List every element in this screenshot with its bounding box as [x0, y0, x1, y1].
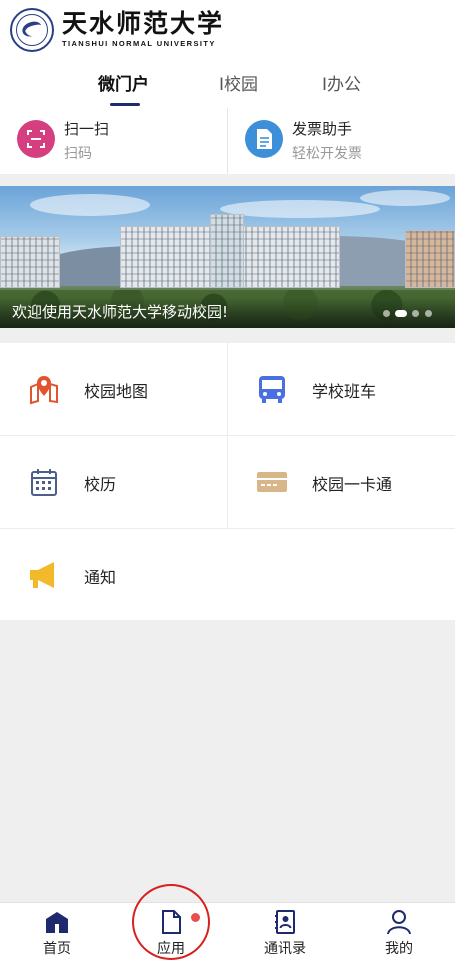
- active-tab-indicator: [110, 103, 140, 106]
- portal-tabs: 微门户 I校园 I办公: [0, 62, 455, 108]
- app-notifications[interactable]: 通知: [0, 529, 227, 621]
- tab-campus[interactable]: I校园: [219, 70, 258, 95]
- university-name-english: TIANSHUI NORMAL UNIVERSITY: [62, 39, 216, 48]
- carousel-indicator: [383, 310, 443, 318]
- app-school-bus[interactable]: 学校班车: [228, 343, 455, 435]
- university-seal-logo: [10, 8, 54, 52]
- app-label: 校园地图: [84, 382, 149, 401]
- highlight-circle-annotation: [132, 884, 210, 960]
- calendar-icon: [28, 466, 60, 498]
- bottom-navigation: 首页 应用 通讯录 我的: [0, 902, 455, 960]
- university-name: 天水师范大学: [62, 9, 225, 38]
- nav-profile[interactable]: 我的: [342, 903, 455, 960]
- invoice-title: 发票助手: [292, 120, 353, 138]
- card-icon: [256, 466, 288, 498]
- invoice-icon: [245, 120, 283, 158]
- campus-banner[interactable]: 欢迎使用天水师范大学移动校园!: [0, 186, 455, 328]
- megaphone-icon: [28, 559, 60, 591]
- app-label: 学校班车: [312, 382, 377, 401]
- app-campus-card[interactable]: 校园一卡通: [228, 436, 455, 528]
- carousel-dot-active[interactable]: [395, 310, 407, 317]
- quick-actions: 扫一扫 扫码 发票助手 轻松开发票: [0, 108, 455, 174]
- scan-icon: [17, 120, 55, 158]
- map-pin-icon: [28, 373, 60, 405]
- grid-divider: [227, 343, 228, 528]
- app-label: 校历: [84, 475, 117, 494]
- app-label: 校园一卡通: [312, 475, 393, 494]
- scan-subtitle: 扫码: [64, 146, 92, 162]
- invoice-subtitle: 轻松开发票: [292, 146, 362, 162]
- nav-label: 首页: [43, 941, 71, 957]
- invoice-action[interactable]: 发票助手 轻松开发票: [228, 108, 455, 174]
- app-label: 通知: [84, 568, 117, 587]
- app-grid: 校园地图 学校班车 校历 校园一卡通 通知: [0, 343, 455, 620]
- tab-micro-portal[interactable]: 微门户: [98, 70, 149, 95]
- scan-action[interactable]: 扫一扫 扫码: [0, 108, 227, 174]
- nav-label: 我的: [385, 941, 413, 957]
- carousel-dot[interactable]: [412, 310, 419, 317]
- tab-office[interactable]: I办公: [322, 70, 361, 95]
- nav-home[interactable]: 首页: [0, 903, 114, 960]
- carousel-dot[interactable]: [383, 310, 390, 317]
- app-header: 天水师范大学 TIANSHUI NORMAL UNIVERSITY: [0, 0, 455, 62]
- nav-contacts[interactable]: 通讯录: [228, 903, 342, 960]
- bus-icon: [256, 373, 288, 405]
- home-icon: [44, 909, 70, 935]
- nav-label: 通讯录: [264, 941, 306, 957]
- contacts-icon: [272, 909, 298, 935]
- banner-caption: 欢迎使用天水师范大学移动校园!: [12, 303, 229, 321]
- grid-divider: [0, 528, 455, 529]
- app-campus-map[interactable]: 校园地图: [0, 343, 227, 435]
- carousel-dot[interactable]: [425, 310, 432, 317]
- scan-title: 扫一扫: [64, 120, 110, 138]
- user-icon: [386, 909, 412, 935]
- app-calendar[interactable]: 校历: [0, 436, 227, 528]
